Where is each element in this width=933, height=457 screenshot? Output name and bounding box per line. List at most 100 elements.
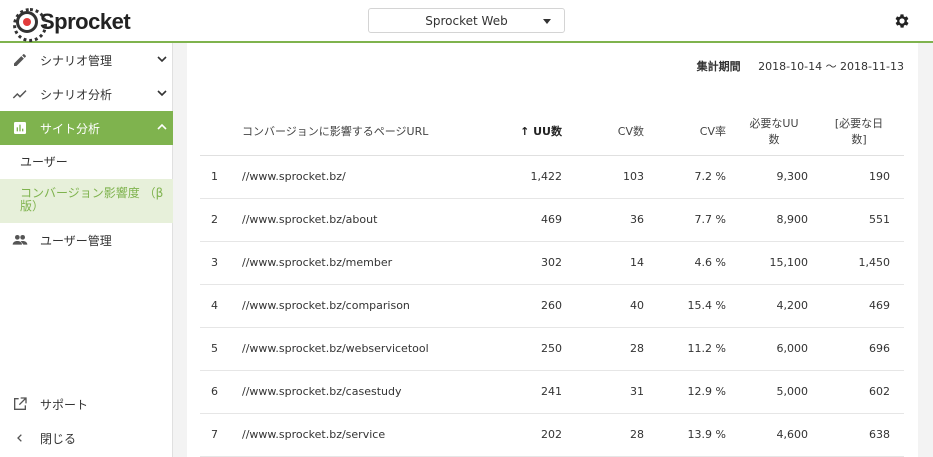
project-select-value: Sprocket Web (425, 13, 508, 28)
content-gutter-left (173, 43, 187, 457)
cell-cv: 28 (562, 413, 644, 457)
cell-uu: 260 (472, 284, 562, 328)
content-gutter-right (918, 43, 933, 457)
sidebar: シナリオ管理 シナリオ分析 サイト分析 ユーザー コンバージョン影響度 （β 版… (0, 43, 173, 457)
sidebar-item-scenario-management[interactable]: シナリオ管理 (0, 43, 173, 77)
cell-cv-rate: 7.7 % (644, 198, 726, 242)
period-value: 2018-10-14 ～ 2018-11-13 (758, 60, 904, 73)
col-header-cv[interactable]: CV数 (562, 107, 644, 156)
external-link-icon (14, 397, 27, 410)
cell-uu: 469 (472, 198, 562, 242)
cell-index: 7 (200, 413, 242, 457)
caret-down-icon (543, 19, 551, 24)
table-row: 4 //www.sprocket.bz/comparison 260 40 15… (200, 284, 904, 328)
col-header-uu[interactable]: ↑ UU数 (472, 107, 562, 156)
cell-cv-rate: 12.9 % (644, 370, 726, 414)
cell-uu: 302 (472, 241, 562, 285)
col-header-url[interactable]: コンバージョンに影響するページURL (242, 107, 472, 156)
col-header-index (200, 107, 242, 156)
cell-required-days: 1,450 (808, 241, 904, 285)
people-icon (12, 235, 28, 245)
sidebar-item-support[interactable]: サポート (0, 387, 173, 421)
chevron-left-icon (17, 434, 22, 442)
cell-required-days: 190 (808, 155, 904, 199)
trend-line-icon (12, 90, 27, 99)
sidebar-item-close[interactable]: 閉じる (0, 421, 173, 455)
table-header-row: コンバージョンに影響するページURL ↑ UU数 CV数 CV率 必要なUU 数… (200, 107, 904, 156)
cell-index: 3 (200, 241, 242, 285)
col-header-cv-rate-label: CV率 (699, 124, 726, 138)
chevron-up-icon (157, 123, 167, 130)
sidebar-item-label: サイト分析 (40, 121, 101, 136)
table-row: 6 //www.sprocket.bz/casestudy 241 31 12.… (200, 370, 904, 414)
table-row: 2 //www.sprocket.bz/about 469 36 7.7 % 8… (200, 198, 904, 242)
sidebar-subitem-label-line2: 版） (20, 199, 45, 213)
col-header-required-uu[interactable]: 必要なUU 数 (726, 107, 808, 156)
col-header-uu-label: UU数 (533, 124, 562, 138)
col-header-required-uu-line1: 必要なUU (749, 116, 799, 130)
cell-required-days: 638 (808, 413, 904, 457)
period-info: 集計期間 2018-10-14 ～ 2018-11-13 (697, 58, 904, 74)
cell-url: //www.sprocket.bz/about (242, 198, 472, 242)
cell-required-days: 696 (808, 327, 904, 371)
col-header-required-days[interactable]: [必要な日 数] (808, 107, 904, 156)
main-content: 集計期間 2018-10-14 ～ 2018-11-13 コンバージョンに影響す… (187, 43, 918, 457)
sidebar-item-label: シナリオ管理 (40, 53, 113, 68)
bar-chart-icon (14, 122, 26, 134)
cell-cv-rate: 4.6 % (644, 241, 726, 285)
cell-url: //www.sprocket.bz/casestudy (242, 370, 472, 414)
logo-text: Sprocket (40, 9, 131, 34)
cell-uu: 1,422 (472, 155, 562, 199)
table-row: 1 //www.sprocket.bz/ 1,422 103 7.2 % 9,3… (200, 155, 904, 199)
cell-url: //www.sprocket.bz/service (242, 413, 472, 457)
logo[interactable]: Sprocket (13, 8, 131, 42)
cell-required-uu: 15,100 (726, 241, 808, 285)
cell-index: 2 (200, 198, 242, 242)
cell-required-uu: 5,000 (726, 370, 808, 414)
logo-gear-icon (13, 8, 47, 42)
cell-url: //www.sprocket.bz/webservicetool (242, 327, 472, 371)
cell-cv: 40 (562, 284, 644, 328)
chevron-down-icon (157, 90, 167, 97)
table-row: 5 //www.sprocket.bz/webservicetool 250 2… (200, 327, 904, 371)
cell-cv: 14 (562, 241, 644, 285)
pencil-icon (14, 54, 26, 66)
cell-cv-rate: 15.4 % (644, 284, 726, 328)
cell-uu: 241 (472, 370, 562, 414)
sidebar-item-label: サポート (40, 397, 89, 412)
sidebar-item-label: 閉じる (40, 431, 77, 446)
cell-url: //www.sprocket.bz/comparison (242, 284, 472, 328)
sort-up-arrow-icon: ↑ (520, 124, 530, 138)
cell-required-uu: 4,600 (726, 413, 808, 457)
gear-icon[interactable] (893, 12, 911, 30)
conversion-impact-table: コンバージョンに影響するページURL ↑ UU数 CV数 CV率 必要なUU 数… (200, 107, 904, 457)
period-label: 集計期間 (696, 60, 741, 73)
cell-cv-rate: 13.9 % (644, 413, 726, 457)
col-header-required-uu-line2: 数 (768, 132, 780, 146)
sidebar-item-site-analysis[interactable]: サイト分析 (0, 111, 173, 145)
cell-required-days: 551 (808, 198, 904, 242)
cell-required-days: 469 (808, 284, 904, 328)
table-row: 7 //www.sprocket.bz/service 202 28 13.9 … (200, 413, 904, 457)
sidebar-subitem-label: ユーザー (20, 155, 68, 169)
sidebar-subitem-users[interactable]: ユーザー (0, 146, 173, 179)
cell-required-days: 602 (808, 370, 904, 414)
cell-index: 4 (200, 284, 242, 328)
col-header-cv-label: CV数 (617, 124, 644, 138)
cell-cv: 31 (562, 370, 644, 414)
cell-cv: 36 (562, 198, 644, 242)
cell-url: //www.sprocket.bz/member (242, 241, 472, 285)
project-select[interactable]: Sprocket Web (368, 8, 565, 33)
cell-required-uu: 4,200 (726, 284, 808, 328)
sidebar-item-user-management[interactable]: ユーザー管理 (0, 223, 173, 257)
cell-index: 5 (200, 327, 242, 371)
sidebar-item-scenario-analysis[interactable]: シナリオ分析 (0, 77, 173, 111)
cell-index: 6 (200, 370, 242, 414)
cell-required-uu: 8,900 (726, 198, 808, 242)
cell-cv-rate: 11.2 % (644, 327, 726, 371)
cell-url: //www.sprocket.bz/ (242, 155, 472, 199)
cell-required-uu: 9,300 (726, 155, 808, 199)
sidebar-subitem-conversion-impact[interactable]: コンバージョン影響度 （β 版） (0, 179, 173, 223)
col-header-cv-rate[interactable]: CV率 (644, 107, 726, 156)
cell-cv: 28 (562, 327, 644, 371)
